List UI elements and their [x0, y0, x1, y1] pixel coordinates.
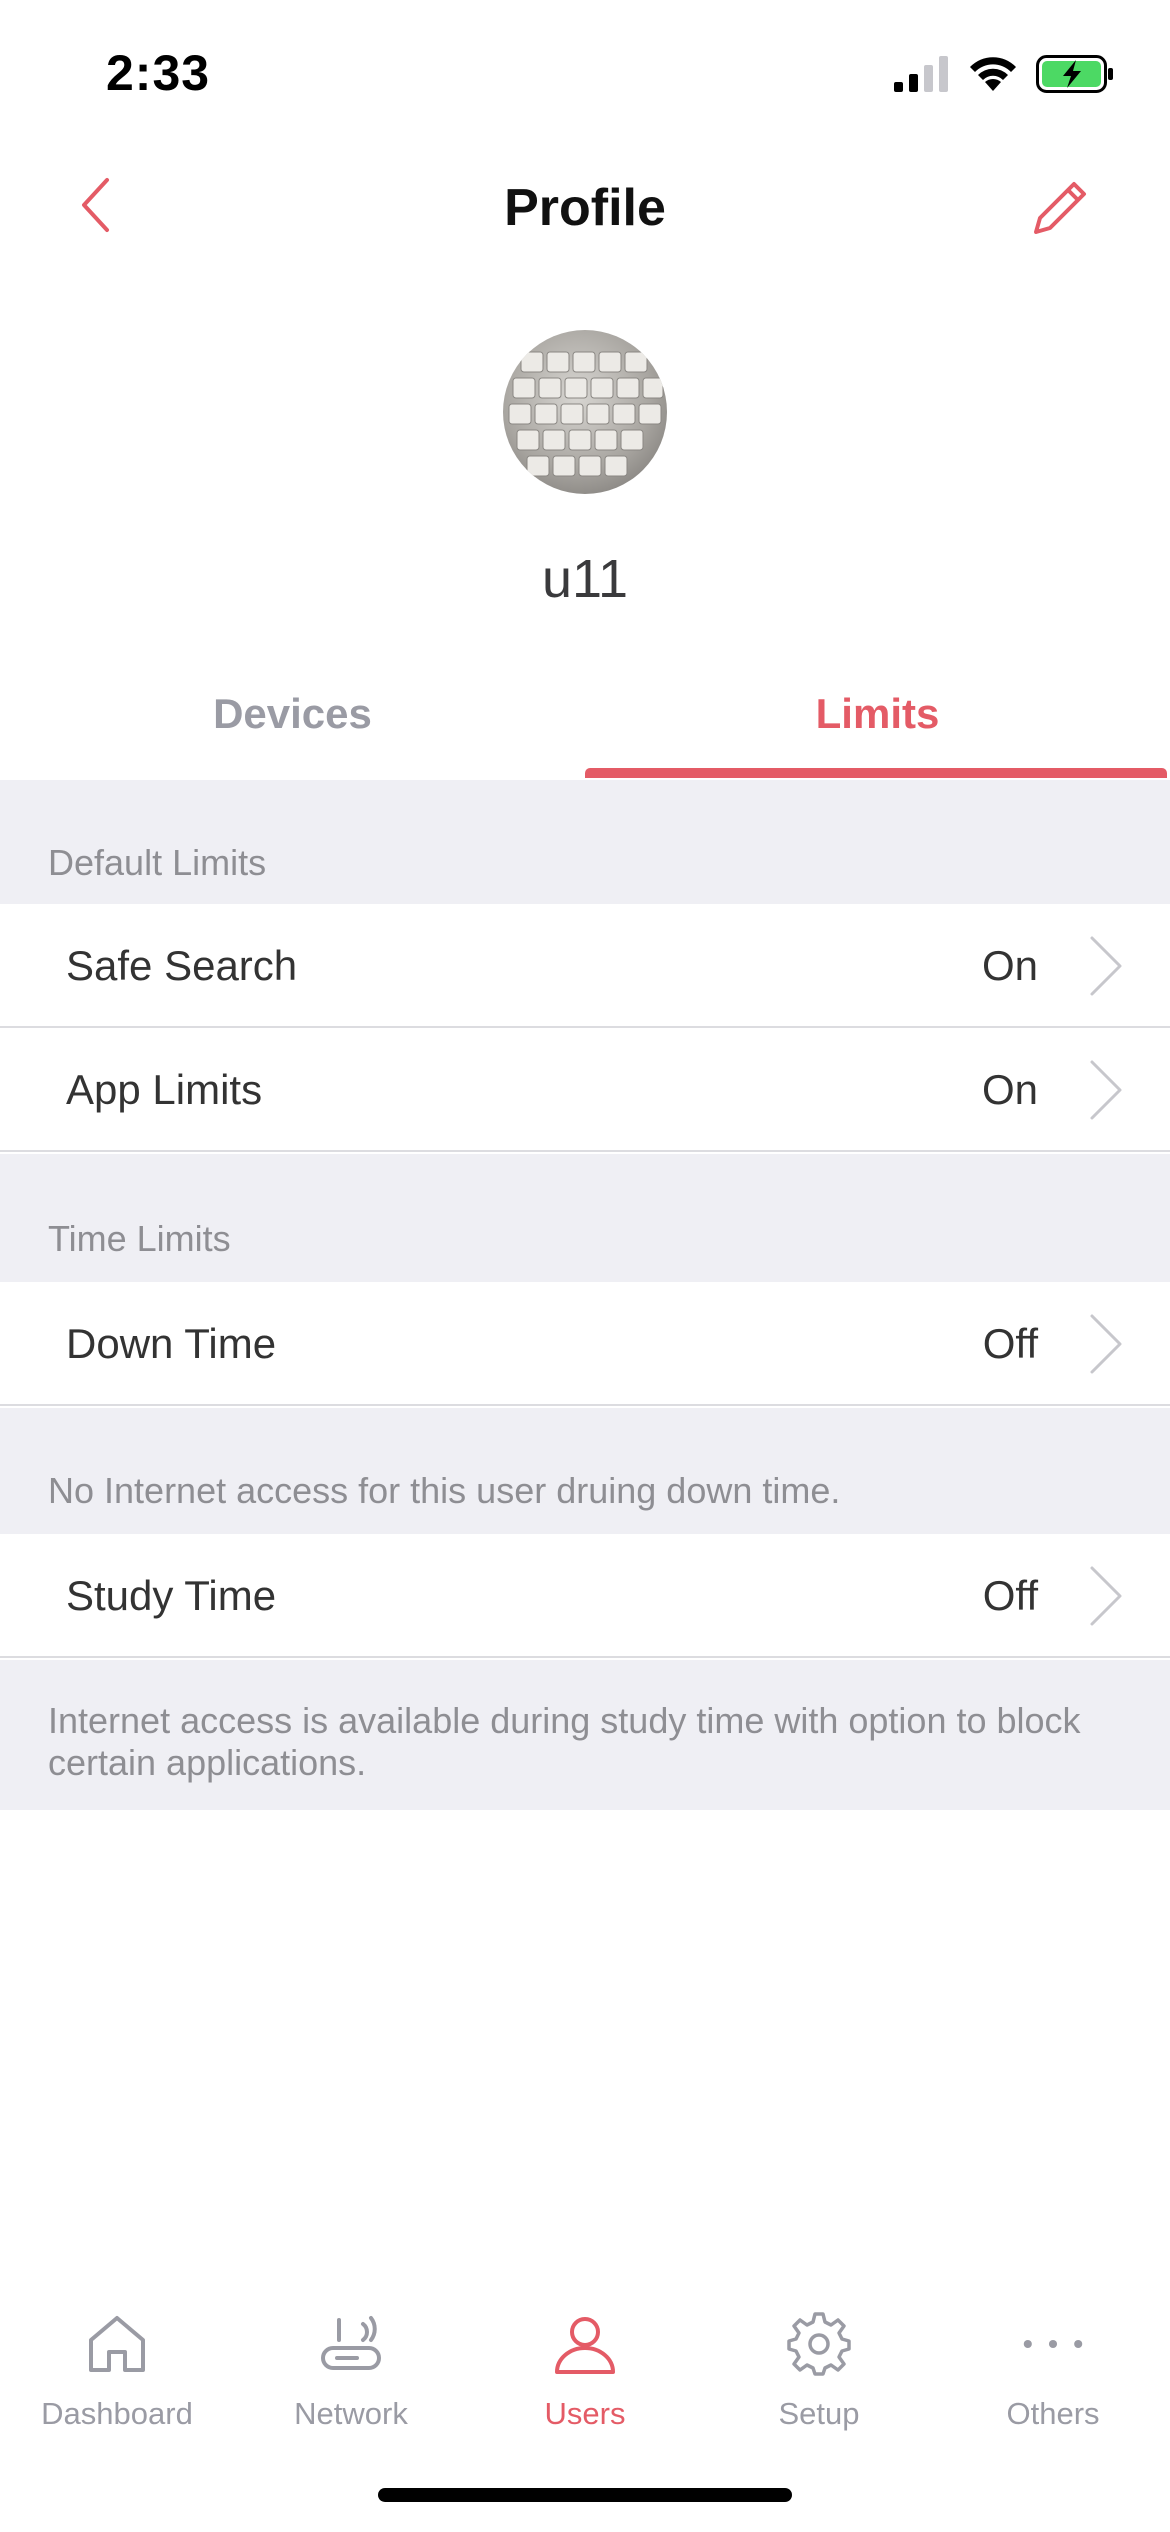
- row-value: Off: [982, 1572, 1038, 1619]
- tab-label: Setup: [778, 2396, 860, 2431]
- status-time: 2:33: [106, 45, 211, 101]
- tab-label: Others: [1006, 2396, 1100, 2431]
- wifi-icon: [970, 57, 1016, 91]
- pencil-icon: [1034, 182, 1086, 234]
- section-label: Default Limits: [48, 842, 267, 883]
- tab-label: Users: [544, 2396, 626, 2431]
- tab-limits[interactable]: Limits: [585, 660, 1170, 780]
- page-title: Profile: [504, 179, 666, 237]
- tab-users[interactable]: Users: [468, 2290, 702, 2460]
- gear-icon: [787, 2312, 851, 2376]
- row-label: App Limits: [66, 1066, 263, 1113]
- section-header-default-limits: Default Limits: [0, 780, 1170, 904]
- active-tab-indicator: [585, 768, 1167, 778]
- chevron-right-icon: [1090, 936, 1122, 996]
- tab-label: Dashboard: [41, 2396, 193, 2431]
- home-indicator: [378, 2488, 792, 2502]
- chevron-right-icon: [1090, 1314, 1122, 1374]
- note-text: No Internet access for this user druing …: [48, 1470, 841, 1511]
- row-down-time[interactable]: Down Time Off: [0, 1282, 1170, 1406]
- chevron-right-icon: [1090, 1060, 1122, 1120]
- tab-label: Network: [294, 2396, 408, 2431]
- keyboard-photo-icon: [508, 351, 664, 477]
- edit-button[interactable]: [1020, 168, 1100, 248]
- home-icon: [89, 2316, 145, 2372]
- username: u11: [541, 549, 629, 609]
- more-icon: [1023, 2339, 1083, 2349]
- status-icons: [894, 50, 1116, 98]
- bottom-tab-bar: Dashboard Network Users Setup Others: [0, 2290, 1170, 2460]
- cellular-signal-icon: [894, 56, 948, 92]
- router-icon: [321, 2316, 381, 2370]
- row-value: On: [981, 942, 1038, 989]
- section-header-time-limits: Time Limits: [0, 1154, 1170, 1282]
- row-label: Study Time: [66, 1572, 277, 1619]
- row-app-limits[interactable]: App Limits On: [0, 1028, 1170, 1152]
- row-safe-search[interactable]: Safe Search On: [0, 904, 1170, 1028]
- profile-tabs: Devices Limits: [0, 660, 1170, 780]
- row-study-time[interactable]: Study Time Off: [0, 1534, 1170, 1658]
- tab-setup[interactable]: Setup: [702, 2290, 936, 2460]
- row-label: Safe Search: [66, 942, 298, 989]
- note-text: Internet access is available during stud…: [48, 1700, 1081, 1783]
- tab-others[interactable]: Others: [936, 2290, 1170, 2460]
- tab-network[interactable]: Network: [234, 2290, 468, 2460]
- row-value: Off: [982, 1320, 1038, 1367]
- row-label: Down Time: [66, 1320, 277, 1367]
- avatar[interactable]: [503, 330, 667, 494]
- down-time-note: No Internet access for this user druing …: [0, 1408, 1170, 1534]
- chevron-right-icon: [1090, 1566, 1122, 1626]
- nav-bar: Profile: [0, 140, 1170, 270]
- row-value: On: [981, 1066, 1038, 1113]
- study-time-note: Internet access is available during stud…: [0, 1660, 1170, 1810]
- section-label: Time Limits: [48, 1218, 231, 1259]
- status-bar: 2:33: [0, 0, 1170, 140]
- battery-charging-icon: [1036, 55, 1113, 93]
- user-icon: [555, 2317, 615, 2374]
- tab-devices[interactable]: Devices: [0, 660, 585, 780]
- tab-dashboard[interactable]: Dashboard: [0, 2290, 234, 2460]
